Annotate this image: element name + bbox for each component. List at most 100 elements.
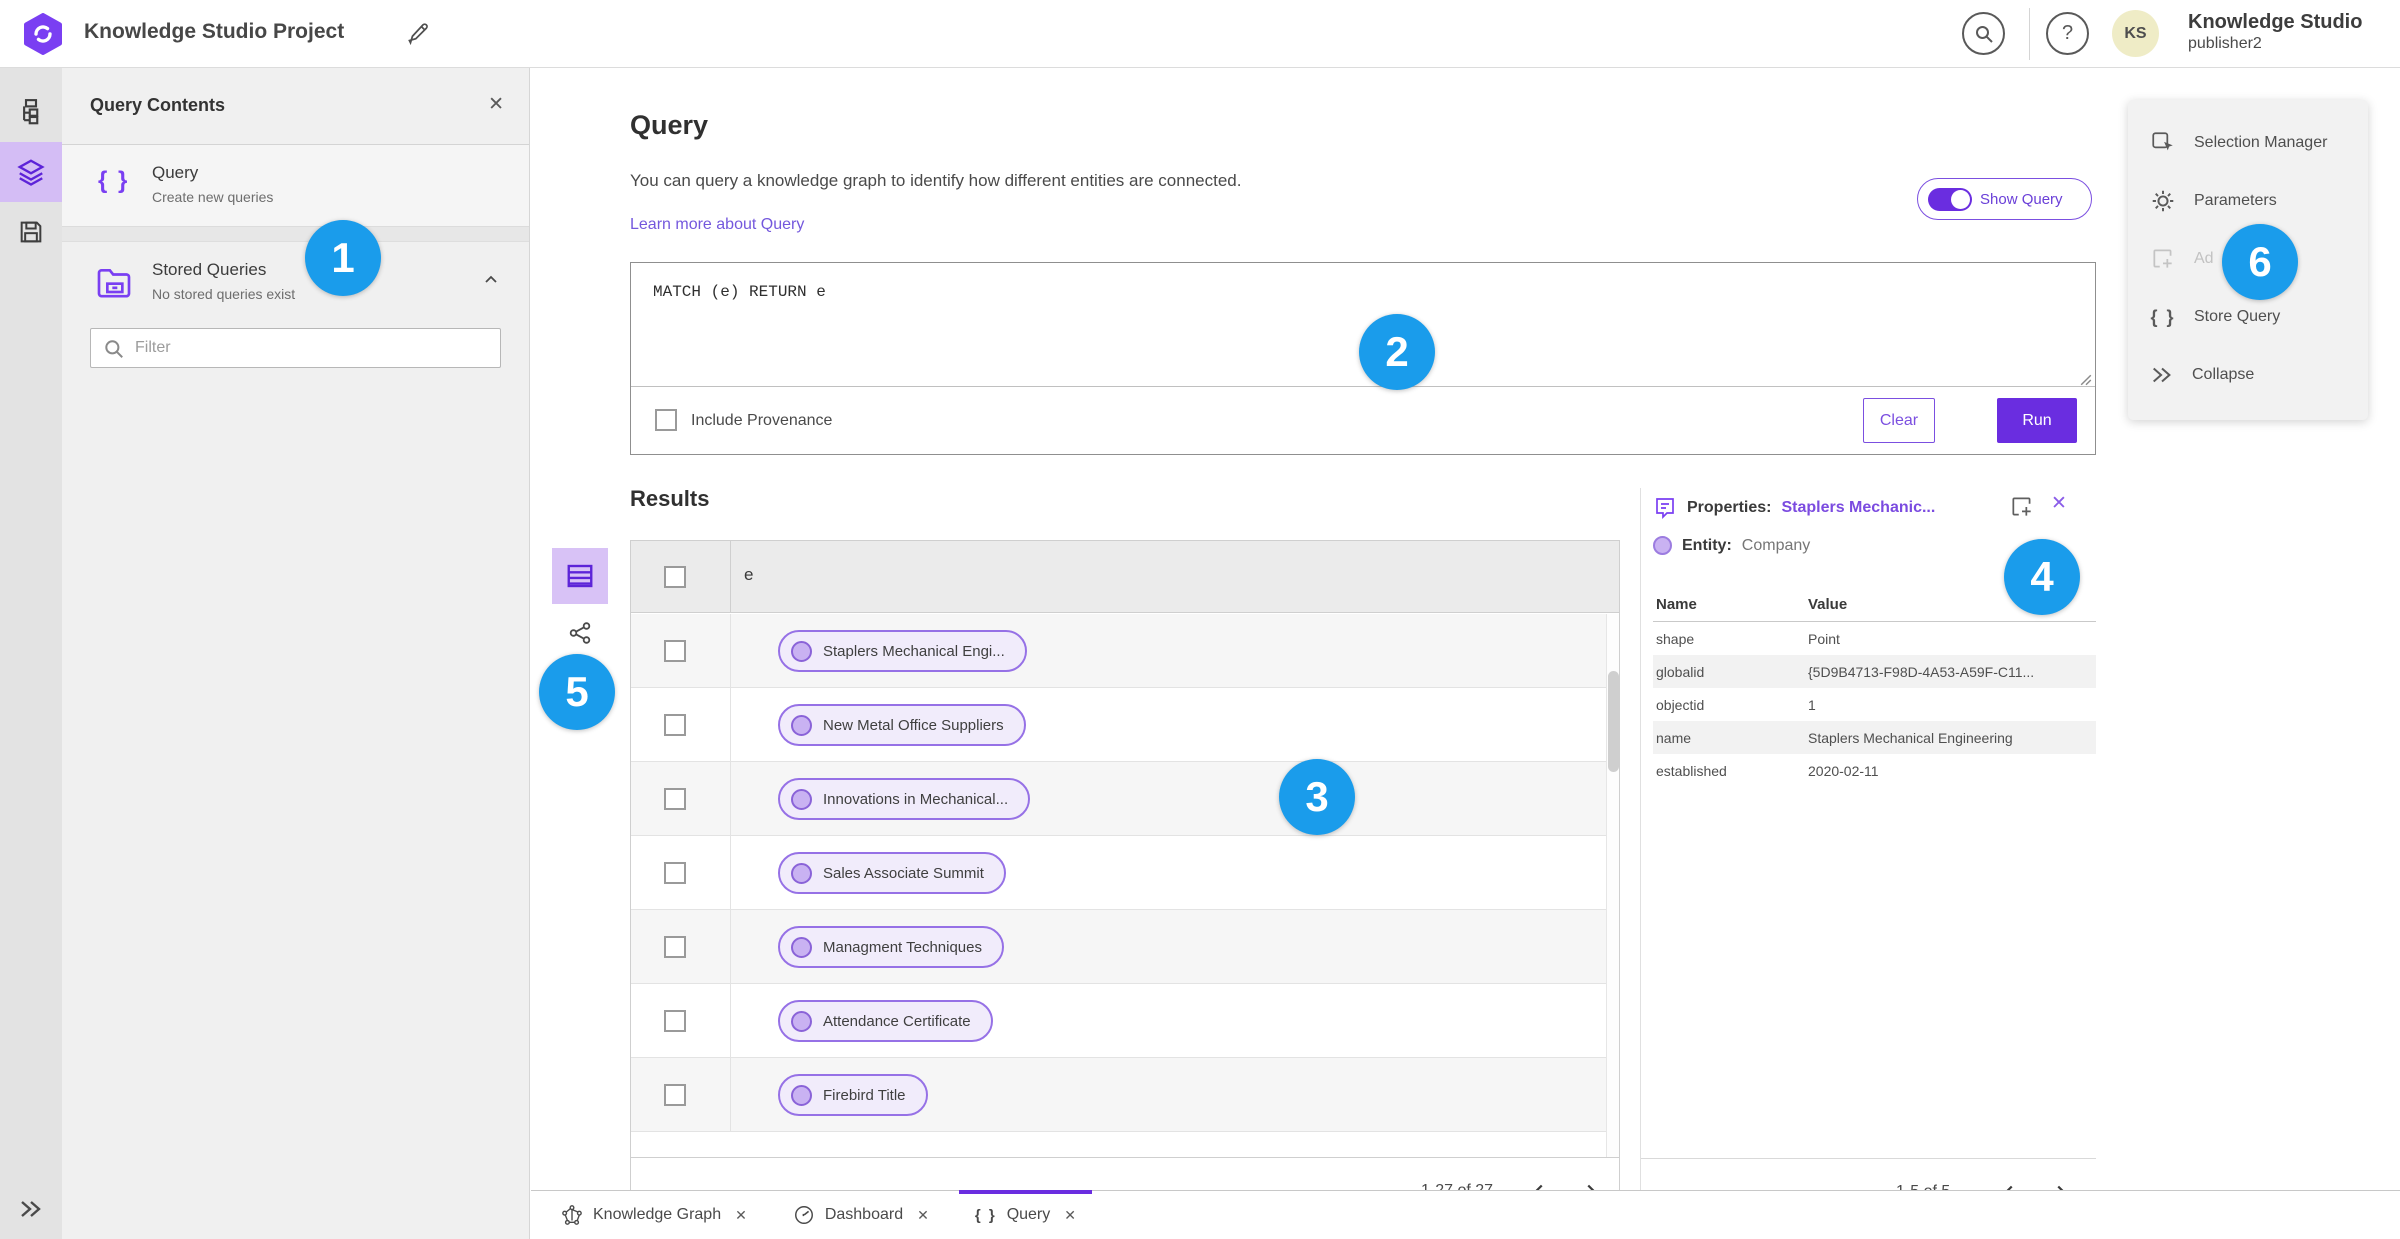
table-row[interactable]: Firebird Title <box>631 1058 1619 1132</box>
table-scrollbar[interactable] <box>1606 614 1619 1157</box>
name-column-header: Name <box>1656 596 1697 613</box>
selection-manager-icon <box>2152 132 2173 151</box>
property-row[interactable]: name Staplers Mechanical Engineering <box>1653 721 2096 754</box>
table-row[interactable]: Managment Techniques <box>631 910 1619 984</box>
annotation-badge-1: 1 <box>305 220 381 296</box>
collapse-menu-item[interactable]: Collapse <box>2128 346 2368 404</box>
row-checkbox[interactable] <box>664 640 686 662</box>
expand-rail-button[interactable] <box>0 1189 62 1229</box>
properties-entity-link[interactable]: Staplers Mechanic... <box>1781 499 1935 517</box>
parameters-menu-item[interactable]: Parameters <box>2128 172 2368 230</box>
entity-label: Firebird Title <box>823 1086 906 1104</box>
close-tab-icon[interactable]: ✕ <box>1064 1207 1076 1224</box>
entity-pill[interactable]: Innovations in Mechanical... <box>778 778 1031 820</box>
close-tab-icon[interactable]: ✕ <box>735 1207 747 1224</box>
app-window: Knowledge Studio Project ? KS Knowledge … <box>0 0 2400 1239</box>
row-checkbox[interactable] <box>664 862 686 884</box>
property-row[interactable]: globalid {5D9B4713-F98D-4A53-A59F-C11... <box>1653 655 2096 688</box>
property-row[interactable]: objectid 1 <box>1653 688 2096 721</box>
results-table: e Staplers Mechanical Engi... New Metal … <box>630 540 1620 1226</box>
user-role: publisher2 <box>2188 35 2262 52</box>
entity-label: Innovations in Mechanical... <box>823 790 1009 808</box>
data-model-rail-button[interactable] <box>0 82 62 142</box>
learn-more-link[interactable]: Learn more about Query <box>630 216 804 234</box>
entity-label: Staplers Mechanical Engi... <box>823 642 1005 660</box>
row-checkbox[interactable] <box>664 714 686 736</box>
save-icon <box>20 221 42 243</box>
table-row[interactable]: Sales Associate Summit <box>631 836 1619 910</box>
entity-pill[interactable]: New Metal Office Suppliers <box>778 704 1026 746</box>
annotation-badge-6: 6 <box>2222 224 2298 300</box>
table-view-button[interactable] <box>552 548 608 604</box>
sidebar-item-query[interactable]: { } Query Create new queries <box>62 145 529 227</box>
tab-query-active[interactable]: { } Query ✕ <box>958 1190 1093 1239</box>
knowledge-graph-icon <box>562 1205 582 1225</box>
left-icon-rail <box>0 68 62 1239</box>
entity-label: Sales Associate Summit <box>823 864 984 882</box>
selection-manager-menu-item[interactable]: Selection Manager <box>2128 114 2368 172</box>
toggle-track[interactable] <box>1928 187 1972 211</box>
show-query-toggle[interactable]: Show Query <box>1917 178 2092 220</box>
table-row[interactable]: Staplers Mechanical Engi... <box>631 614 1619 688</box>
row-checkbox[interactable] <box>664 936 686 958</box>
user-name: Knowledge Studio <box>2188 11 2363 33</box>
select-all-checkbox[interactable] <box>664 566 686 588</box>
entity-pill[interactable]: Sales Associate Summit <box>778 852 1006 894</box>
include-provenance-checkbox[interactable] <box>655 409 677 431</box>
tab-label: Query <box>1006 1206 1051 1223</box>
table-row[interactable]: Innovations in Mechanical... <box>631 762 1619 836</box>
entity-dot-icon <box>791 1084 812 1106</box>
save-rail-button[interactable] <box>0 202 62 262</box>
property-row[interactable]: shape Point <box>1653 622 2096 655</box>
knowledge-studio-logo-icon <box>22 13 64 55</box>
tab-knowledge-graph[interactable]: Knowledge Graph ✕ <box>545 1191 763 1239</box>
braces-icon: { } <box>2150 306 2176 327</box>
sidebar-item-stored-queries[interactable]: Stored Queries No stored queries exist <box>62 242 529 322</box>
row-checkbox[interactable] <box>664 788 686 810</box>
page-title: Query <box>630 110 709 140</box>
menu-item-label: Ad <box>2194 250 2214 267</box>
properties-label: Properties: <box>1687 499 1772 516</box>
entity-pill[interactable]: Attendance Certificate <box>778 1000 993 1042</box>
property-row[interactable]: established 2020-02-11 <box>1653 754 2096 787</box>
filter-field <box>90 328 501 368</box>
scrollbar-thumb[interactable] <box>1608 671 1619 772</box>
close-properties-icon[interactable]: ✕ <box>2051 492 2067 515</box>
entity-dot-icon <box>791 936 812 958</box>
table-row[interactable]: Attendance Certificate <box>631 984 1619 1058</box>
user-info[interactable]: Knowledge Studio publisher2 <box>2188 10 2362 53</box>
tab-label: Dashboard <box>824 1206 904 1223</box>
edit-title-icon[interactable] <box>404 20 430 46</box>
panel-divider <box>62 227 529 242</box>
tab-dashboard[interactable]: Dashboard ✕ <box>777 1191 945 1239</box>
help-button[interactable]: ? <box>2046 12 2089 55</box>
clear-button[interactable]: Clear <box>1863 398 1935 443</box>
row-checkbox[interactable] <box>664 1084 686 1106</box>
add-to-selection-icon[interactable] <box>2009 494 2035 525</box>
stored-queries-subtitle: No stored queries exist <box>152 286 296 302</box>
entity-pill[interactable]: Firebird Title <box>778 1074 928 1116</box>
user-avatar[interactable]: KS <box>2112 10 2159 57</box>
annotation-badge-3: 3 <box>1279 759 1355 835</box>
close-tab-icon[interactable]: ✕ <box>917 1207 929 1224</box>
table-row[interactable]: New Metal Office Suppliers <box>631 688 1619 762</box>
run-button[interactable]: Run <box>1997 398 2077 443</box>
contents-rail-button[interactable] <box>0 142 62 202</box>
braces-icon: { } <box>974 1206 997 1224</box>
query-options-row: Include Provenance Clear Run <box>631 387 2095 454</box>
column-header-e: e <box>744 565 754 584</box>
close-panel-icon[interactable]: ✕ <box>488 93 504 116</box>
column-divider <box>730 541 731 612</box>
collapse-section-chevron-icon[interactable] <box>481 270 501 295</box>
double-chevron-right-icon <box>2153 367 2171 383</box>
row-checkbox[interactable] <box>664 1010 686 1032</box>
entity-pill[interactable]: Managment Techniques <box>778 926 1004 968</box>
top-header: Knowledge Studio Project ? KS Knowledge … <box>0 0 2400 68</box>
entity-pill[interactable]: Staplers Mechanical Engi... <box>778 630 1027 672</box>
dashboard-gauge-icon <box>794 1206 813 1224</box>
stored-queries-folder-icon <box>94 262 134 307</box>
global-search-button[interactable] <box>1962 12 2005 55</box>
results-title: Results <box>630 486 710 511</box>
filter-input[interactable] <box>135 329 495 367</box>
link-chart-view-button[interactable] <box>563 616 597 650</box>
